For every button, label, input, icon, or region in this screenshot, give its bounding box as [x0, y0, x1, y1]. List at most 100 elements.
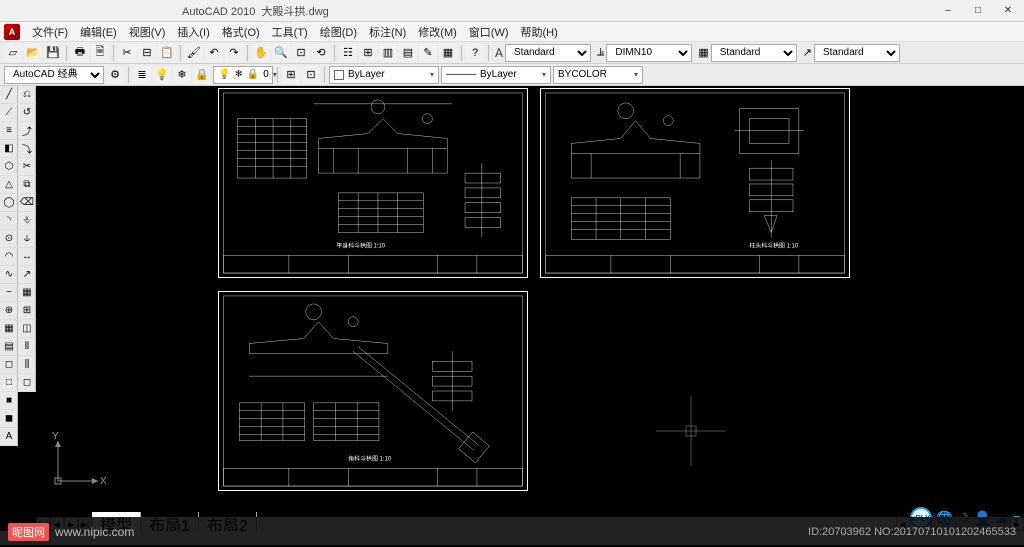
copy-icon[interactable]: ⊟ [138, 44, 156, 62]
lineweight-combo[interactable]: BYCOLOR▾ [553, 66, 643, 84]
menu-8[interactable]: 修改(M) [412, 25, 463, 41]
draw-tool-7-icon[interactable]: ◝ [0, 212, 18, 230]
layer-iso-icon[interactable]: ⊡ [302, 66, 320, 84]
text-style-label-icon: A [495, 46, 503, 60]
draw-tool-4-icon[interactable]: ⬡ [0, 158, 18, 176]
menu-7[interactable]: 标注(N) [363, 25, 412, 41]
modify-tool-12-icon[interactable]: ⊞ [18, 302, 36, 320]
table-style-select[interactable]: Standard [711, 44, 797, 62]
menu-9[interactable]: 窗口(W) [463, 25, 515, 41]
modify-tool-5-icon[interactable]: ⧉ [18, 176, 36, 194]
menu-5[interactable]: 工具(T) [266, 25, 314, 41]
menu-4[interactable]: 格式(O) [216, 25, 266, 41]
draw-tool-17-icon[interactable]: ■ [0, 392, 18, 410]
design-center-icon[interactable]: ⊞ [359, 44, 377, 62]
watermark-logo: 昵图网 [8, 523, 49, 541]
draw-tool-14-icon[interactable]: ▤ [0, 338, 18, 356]
menu-0[interactable]: 文件(F) [26, 25, 74, 41]
match-props-icon[interactable]: 🖌 [185, 44, 203, 62]
modify-tool-6-icon[interactable]: ⌫ [18, 194, 36, 212]
plot-preview-icon[interactable]: 🗎 [91, 44, 109, 62]
modify-tool-4-icon[interactable]: ✂ [18, 158, 36, 176]
new-icon[interactable]: ▱ [4, 44, 22, 62]
draw-tool-13-icon[interactable]: ▦ [0, 320, 18, 338]
paste-icon[interactable]: 📋 [158, 44, 176, 62]
multileader-style-select[interactable]: Standard [814, 44, 900, 62]
print-icon[interactable]: 🖶 [71, 44, 89, 62]
menu-6[interactable]: 绘图(D) [314, 25, 363, 41]
modify-tool-16-icon[interactable]: ◻ [18, 374, 36, 392]
layer-lock-icon[interactable]: 🔒 [193, 66, 211, 84]
dim-style-select[interactable]: DIMN10 [606, 44, 692, 62]
draw-tool-10-icon[interactable]: ∿ [0, 266, 18, 284]
text-style-select[interactable]: Standard [505, 44, 591, 62]
modify-tool-3-icon[interactable]: ⤵ [18, 140, 36, 158]
help-icon[interactable]: ? [466, 44, 484, 62]
redo-icon[interactable]: ↷ [225, 44, 243, 62]
modify-tool-1-icon[interactable]: ↺ [18, 104, 36, 122]
dim-style-icon: ⫡ [597, 46, 604, 59]
maximize-button[interactable]: □ [964, 2, 992, 20]
undo-icon[interactable]: ↶ [205, 44, 223, 62]
layer-0-combo[interactable]: 💡❄🔒0▾ [213, 66, 273, 84]
modify-toolbar: ⎌↺⤴⤵✂⧉⌫⎀⫝↔↗▦⊞◫⫴⫼◻ [18, 86, 36, 392]
layer-state-icon[interactable]: ⊞ [282, 66, 300, 84]
close-button[interactable]: ✕ [994, 2, 1022, 20]
cut-icon[interactable]: ✂ [118, 44, 136, 62]
draw-tool-16-icon[interactable]: □ [0, 374, 18, 392]
markup-icon[interactable]: ✎ [419, 44, 437, 62]
draw-tool-9-icon[interactable]: ◠ [0, 248, 18, 266]
draw-tool-5-icon[interactable]: △ [0, 176, 18, 194]
svg-text:平身科斗栱图 1:10: 平身科斗栱图 1:10 [336, 241, 385, 249]
modify-tool-9-icon[interactable]: ↔ [18, 248, 36, 266]
draw-tool-1-icon[interactable]: ⟋ [0, 104, 18, 122]
draw-tool-18-icon[interactable]: ◼ [0, 410, 18, 428]
svg-text:X: X [100, 476, 107, 487]
app-icon[interactable]: A [4, 24, 20, 40]
linetype-combo[interactable]: ———ByLayer▾ [441, 66, 551, 84]
draw-tool-0-icon[interactable]: ╱ [0, 86, 18, 104]
draw-tool-6-icon[interactable]: ◯ [0, 194, 18, 212]
draw-tool-12-icon[interactable]: ⊕ [0, 302, 18, 320]
modify-tool-13-icon[interactable]: ◫ [18, 320, 36, 338]
modify-tool-14-icon[interactable]: ⫴ [18, 338, 36, 356]
modify-tool-8-icon[interactable]: ⫝ [18, 230, 36, 248]
zoom-previous-icon[interactable]: ⟲ [312, 44, 330, 62]
properties-icon[interactable]: ☷ [339, 44, 357, 62]
open-icon[interactable]: 📂 [24, 44, 42, 62]
modify-tool-15-icon[interactable]: ⫼ [18, 356, 36, 374]
layer-freeze-icon[interactable]: ❄ [173, 66, 191, 84]
modify-tool-7-icon[interactable]: ⎀ [18, 212, 36, 230]
menu-3[interactable]: 插入(I) [171, 25, 215, 41]
modify-tool-2-icon[interactable]: ⤴ [18, 122, 36, 140]
draw-tool-11-icon[interactable]: ~ [0, 284, 18, 302]
pan-icon[interactable]: ✋ [252, 44, 270, 62]
menu-2[interactable]: 视图(V) [123, 25, 172, 41]
drawing-canvas[interactable]: 平身科斗栱图 1:10 柱 [36, 86, 1024, 515]
tool-palette-icon[interactable]: ▥ [379, 44, 397, 62]
svg-text:柱头科斗栱图 1:10: 柱头科斗栱图 1:10 [749, 241, 798, 249]
calc-icon[interactable]: ▦ [439, 44, 457, 62]
draw-tool-19-icon[interactable]: A [0, 428, 18, 446]
draw-tool-15-icon[interactable]: ◻ [0, 356, 18, 374]
sheet-set-icon[interactable]: ▤ [399, 44, 417, 62]
menu-1[interactable]: 编辑(E) [74, 25, 123, 41]
workspace-settings-icon[interactable]: ⚙ [106, 66, 124, 84]
modify-tool-0-icon[interactable]: ⎌ [18, 86, 36, 104]
menu-10[interactable]: 帮助(H) [515, 25, 564, 41]
layer-icon[interactable]: ≣ [133, 66, 151, 84]
draw-tool-8-icon[interactable]: ⊙ [0, 230, 18, 248]
zoom-icon[interactable]: 🔍 [272, 44, 290, 62]
layer-on-icon[interactable]: 💡 [153, 66, 171, 84]
modify-tool-11-icon[interactable]: ▦ [18, 284, 36, 302]
ucs-icon: X Y [48, 431, 108, 491]
draw-tool-3-icon[interactable]: ◧ [0, 140, 18, 158]
color-combo[interactable]: ByLayer▾ [329, 66, 439, 84]
zoom-window-icon[interactable]: ⊡ [292, 44, 310, 62]
modify-tool-10-icon[interactable]: ↗ [18, 266, 36, 284]
minimize-button[interactable]: – [934, 2, 962, 20]
crosshair-cursor [656, 396, 726, 466]
workspace-select[interactable]: AutoCAD 经典 [4, 66, 104, 84]
draw-tool-2-icon[interactable]: ≡ [0, 122, 18, 140]
save-icon[interactable]: 💾 [44, 44, 62, 62]
